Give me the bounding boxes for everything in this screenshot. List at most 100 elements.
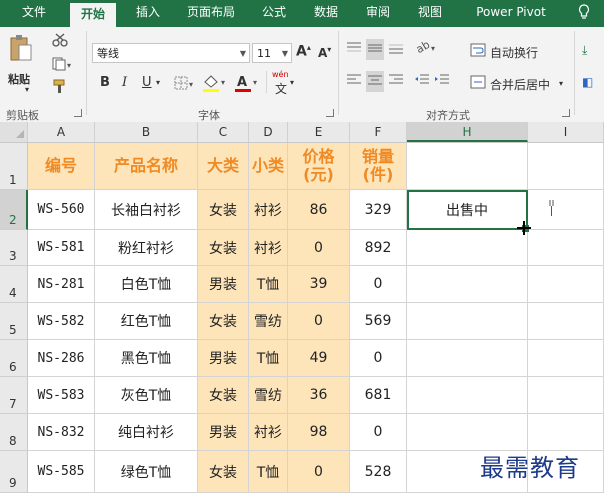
cell-h1[interactable]: [407, 143, 528, 190]
paste-icon[interactable]: [8, 33, 34, 66]
empty-cell[interactable]: [407, 303, 528, 340]
cell-sales[interactable]: 0: [350, 414, 407, 451]
header-cell-product-name[interactable]: 产品名称: [95, 143, 198, 190]
header-cell-subcategory[interactable]: 小类: [249, 143, 288, 190]
align-middle-icon[interactable]: [366, 39, 384, 60]
cut-icon[interactable]: [52, 33, 68, 50]
cell-price[interactable]: 86: [288, 190, 350, 230]
cell-subcategory[interactable]: T恤: [249, 266, 288, 303]
empty-cell[interactable]: [407, 377, 528, 414]
cell-code[interactable]: NS-832: [28, 414, 95, 451]
empty-cell[interactable]: [528, 414, 604, 451]
chevron-down-icon[interactable]: ▾: [156, 78, 160, 87]
alignment-launcher-icon[interactable]: [562, 109, 570, 117]
column-header-b[interactable]: B: [95, 122, 198, 142]
align-top-icon[interactable]: [346, 41, 362, 58]
empty-cell[interactable]: [528, 190, 604, 230]
chevron-down-icon[interactable]: ▾: [559, 79, 563, 88]
cell-category[interactable]: 女装: [198, 190, 249, 230]
border-icon[interactable]: ▾: [174, 75, 196, 94]
cell-i1[interactable]: [528, 143, 604, 190]
increase-indent-icon[interactable]: [434, 73, 450, 90]
column-header-a[interactable]: A: [28, 122, 95, 142]
cell-category[interactable]: 男装: [198, 414, 249, 451]
number-format-partial-icon[interactable]: ◧: [582, 75, 593, 89]
header-cell-sales[interactable]: 销量 (件): [350, 143, 407, 190]
empty-cell[interactable]: [407, 414, 528, 451]
row-header-6[interactable]: 6: [0, 340, 28, 377]
cell-category[interactable]: 女装: [198, 230, 249, 266]
cell-subcategory[interactable]: 雪纺: [249, 303, 288, 340]
cell-sales[interactable]: 528: [350, 451, 407, 493]
cell-sales[interactable]: 892: [350, 230, 407, 266]
empty-cell[interactable]: [407, 340, 528, 377]
font-size-dropdown[interactable]: 11 ▼: [252, 43, 292, 63]
merge-center-button[interactable]: 合并后居中: [490, 76, 550, 93]
tab-page-layout[interactable]: 页面布局: [180, 0, 242, 27]
lightbulb-icon[interactable]: [578, 4, 590, 24]
cell-subcategory[interactable]: 衬衫: [249, 414, 288, 451]
cell-product-name[interactable]: 纯白衬衫: [95, 414, 198, 451]
cell-subcategory[interactable]: T恤: [249, 451, 288, 493]
row-header-3[interactable]: 3: [0, 230, 28, 266]
clipboard-launcher-icon[interactable]: [74, 109, 82, 117]
column-header-f[interactable]: F: [350, 122, 407, 142]
format-painter-icon[interactable]: [52, 79, 68, 98]
tab-home[interactable]: 开始: [70, 3, 116, 27]
align-right-icon[interactable]: [388, 73, 404, 90]
tab-insert[interactable]: 插入: [128, 0, 168, 27]
chevron-down-icon[interactable]: ▾: [290, 78, 294, 87]
cell-category[interactable]: 女装: [198, 303, 249, 340]
cell-product-name[interactable]: 长袖白衬衫: [95, 190, 198, 230]
cell-product-name[interactable]: 粉红衬衫: [95, 230, 198, 266]
phonetic-guide-button[interactable]: wén: [272, 70, 289, 79]
cell-price[interactable]: 0: [288, 303, 350, 340]
tab-review[interactable]: 审阅: [358, 0, 398, 27]
underline-button[interactable]: U: [142, 75, 152, 90]
cell-price[interactable]: 49: [288, 340, 350, 377]
column-header-h[interactable]: H: [407, 122, 528, 142]
tab-file[interactable]: 文件: [14, 0, 54, 27]
cell-price[interactable]: 0: [288, 230, 350, 266]
cell-price[interactable]: 36: [288, 377, 350, 414]
copy-icon[interactable]: ▾: [52, 57, 74, 74]
align-center-icon[interactable]: [366, 71, 384, 92]
align-bottom-icon[interactable]: [388, 41, 404, 58]
align-left-icon[interactable]: [346, 73, 362, 90]
wrap-text-icon[interactable]: [470, 43, 486, 60]
tab-formulas[interactable]: 公式: [254, 0, 294, 27]
empty-cell[interactable]: [528, 340, 604, 377]
empty-cell[interactable]: [528, 266, 604, 303]
column-header-d[interactable]: D: [249, 122, 288, 142]
row-header-9[interactable]: 9: [0, 451, 28, 493]
cell-code[interactable]: WS-585: [28, 451, 95, 493]
column-header-c[interactable]: C: [198, 122, 249, 142]
cell-subcategory[interactable]: T恤: [249, 340, 288, 377]
empty-cell[interactable]: [407, 266, 528, 303]
row-header-1[interactable]: 1: [0, 143, 28, 190]
cell-code[interactable]: WS-583: [28, 377, 95, 414]
cell-code[interactable]: WS-581: [28, 230, 95, 266]
wrap-text-button[interactable]: 自动换行: [490, 44, 538, 61]
empty-cell[interactable]: [528, 230, 604, 266]
cell-code[interactable]: WS-582: [28, 303, 95, 340]
row-header-4[interactable]: 4: [0, 266, 28, 303]
cell-sales[interactable]: 0: [350, 266, 407, 303]
cell-product-name[interactable]: 红色T恤: [95, 303, 198, 340]
empty-cell[interactable]: [528, 377, 604, 414]
cell-code[interactable]: WS-560: [28, 190, 95, 230]
row-header-5[interactable]: 5: [0, 303, 28, 340]
cell-category[interactable]: 女装: [198, 377, 249, 414]
cell-sales[interactable]: 569: [350, 303, 407, 340]
tab-view[interactable]: 视图: [410, 0, 450, 27]
tab-data[interactable]: 数据: [306, 0, 346, 27]
cell-price[interactable]: 0: [288, 451, 350, 493]
cell-price[interactable]: 98: [288, 414, 350, 451]
font-name-dropdown[interactable]: 等线 ▼: [92, 43, 250, 63]
cell-product-name[interactable]: 白色T恤: [95, 266, 198, 303]
cell-subcategory[interactable]: 雪纺: [249, 377, 288, 414]
row-header-2[interactable]: 2: [0, 190, 28, 230]
cell-category[interactable]: 男装: [198, 340, 249, 377]
cell-sales[interactable]: 681: [350, 377, 407, 414]
shrink-font-button[interactable]: A▾: [318, 45, 331, 60]
